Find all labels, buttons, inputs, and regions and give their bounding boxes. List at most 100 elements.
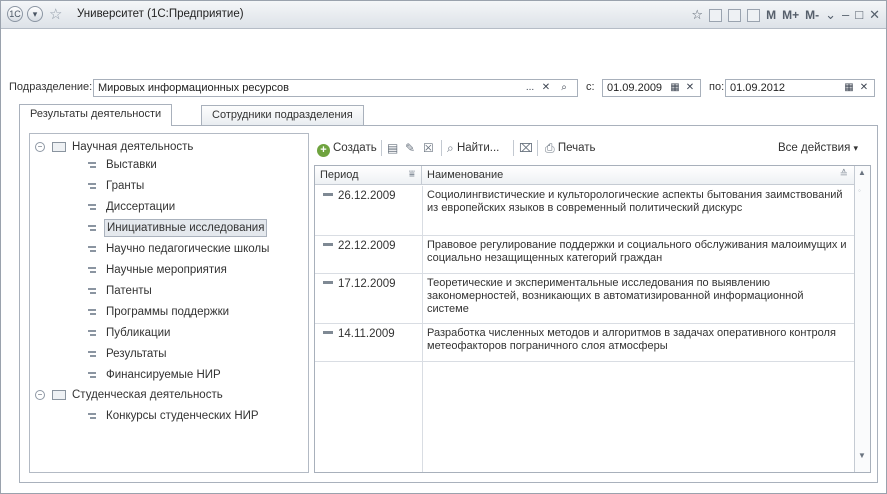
record-icon (323, 193, 333, 196)
table-row[interactable]: 17.12.2009 Теоретические и экспериментал… (315, 274, 854, 324)
tree-item-selected[interactable]: Инициативные исследования (30, 219, 308, 237)
save-icon[interactable] (709, 8, 723, 22)
memory-m-button[interactable]: M (766, 6, 776, 24)
tree-item[interactable]: Финансируемые НИР (30, 366, 308, 384)
star-icon[interactable]: ☆ (49, 5, 62, 23)
clear-icon[interactable]: ✕ (857, 81, 871, 95)
printer-icon: ⎙ (545, 141, 555, 155)
toolbar-separator (513, 140, 514, 156)
item-icon (88, 371, 98, 379)
tree-item[interactable]: Публикации (30, 324, 308, 342)
table-row[interactable]: 26.12.2009 Социолингвистические и культо… (315, 186, 854, 236)
item-icon (88, 350, 98, 358)
table-row[interactable]: 22.12.2009 Правовое регулирование поддер… (315, 236, 854, 274)
record-icon (323, 331, 333, 334)
item-icon (88, 245, 98, 253)
date-from-field[interactable]: 01.09.2009 ▦ ✕ (602, 79, 701, 97)
tree-group-students[interactable]: − Студенческая деятельность (30, 386, 308, 404)
record-icon (323, 281, 333, 284)
table-row[interactable]: 14.11.2009 Разработка численных методов … (315, 324, 854, 362)
favorite-star-icon[interactable]: ☆ (691, 6, 703, 24)
filter-icon[interactable]: ⩸ (409, 166, 415, 184)
calendar-icon[interactable]: ▦ (842, 81, 856, 95)
find-button[interactable]: ⌕ Найти... (447, 140, 499, 156)
tab-activity-results[interactable]: Результаты деятельности (19, 104, 173, 126)
scroll-thumb[interactable]: ◦ (858, 186, 867, 195)
maximize-icon[interactable]: □ (855, 6, 863, 24)
subdivision-field[interactable]: Мировых информационных ресурсов ... ✕ ⌕ (93, 79, 578, 97)
delete-icon[interactable]: ☒ (423, 140, 434, 156)
search-icon[interactable]: ⌕ (557, 81, 571, 95)
vertical-scrollbar[interactable]: ▲ ◦ ▼ (854, 166, 870, 472)
row-date: 26.12.2009 (323, 190, 396, 202)
tree-item[interactable]: Патенты (30, 282, 308, 300)
tree-item[interactable]: Конкурсы студенческих НИР (30, 407, 308, 425)
row-date: 22.12.2009 (323, 240, 396, 252)
collapse-icon[interactable]: − (35, 390, 45, 400)
all-actions-button[interactable]: Все действия ▾ (778, 140, 858, 156)
item-icon (88, 266, 98, 274)
date-from-value: 01.09.2009 (607, 82, 663, 94)
date-to-field[interactable]: 01.09.2012 ▦ ✕ (725, 79, 875, 97)
clear-icon[interactable]: ✕ (539, 81, 553, 95)
search-icon: ⌕ (447, 141, 454, 155)
menu-dropdown-icon[interactable]: ⌄ (825, 6, 836, 24)
folder-icon (52, 390, 66, 400)
item-icon (88, 182, 98, 190)
calendar-icon[interactable] (747, 8, 761, 22)
date-to-label: по: (709, 81, 725, 93)
clear-icon[interactable]: ✕ (683, 81, 697, 95)
cancel-search-icon[interactable]: ⌧ (519, 140, 533, 156)
scroll-up-icon[interactable]: ▲ (858, 168, 866, 177)
tree-group-science[interactable]: − Научная деятельность (30, 138, 308, 156)
date-to-value: 01.09.2012 (730, 82, 786, 94)
row-name: Разработка численных методов и алгоритмо… (427, 327, 836, 352)
close-icon[interactable]: ✕ (869, 6, 880, 24)
row-name: Теоретические и экспериментальные исслед… (427, 277, 804, 315)
toolbar-separator (537, 140, 538, 156)
tab-staff[interactable]: Сотрудники подразделения (201, 105, 364, 125)
sort-icon[interactable]: ≙ (840, 166, 848, 184)
row-name: Правовое регулирование поддержки и социа… (427, 239, 847, 264)
tree-item[interactable]: Гранты (30, 177, 308, 195)
record-icon (323, 243, 333, 246)
title-bar-tools: ☆ M M+ M- ⌄ – □ ✕ (691, 5, 880, 25)
item-icon (88, 161, 98, 169)
copy-icon[interactable]: ▤ (387, 140, 398, 156)
calculator-icon[interactable] (728, 8, 742, 22)
item-icon (88, 287, 98, 295)
print-button[interactable]: ⎙ Печать (545, 140, 596, 156)
row-date: 17.12.2009 (323, 278, 396, 290)
scroll-down-icon[interactable]: ▼ (858, 451, 866, 460)
tree-item[interactable]: Научные мероприятия (30, 261, 308, 279)
minimize-icon[interactable]: – (842, 6, 849, 24)
create-button[interactable]: + Создать (317, 140, 377, 157)
select-more-button[interactable]: ... (523, 81, 537, 95)
item-icon (88, 203, 98, 211)
subdivision-label: Подразделение: (9, 81, 93, 93)
item-icon (88, 308, 98, 316)
edit-icon[interactable]: ✎ (405, 140, 415, 156)
tree-item[interactable]: Научно педагогические школы (30, 240, 308, 258)
tree-item[interactable]: Результаты (30, 345, 308, 363)
calendar-icon[interactable]: ▦ (668, 81, 682, 95)
folder-icon (52, 142, 66, 152)
item-icon (88, 224, 98, 232)
tree-item[interactable]: Программы поддержки (30, 303, 308, 321)
dropdown-arrow-icon: ▾ (853, 143, 859, 153)
results-table: Период ⩸ Наименование ≙ 26.12.2009 Социо… (314, 165, 871, 473)
item-icon (88, 412, 98, 420)
tree-item[interactable]: Выставки (30, 156, 308, 174)
memory-plus-button[interactable]: M+ (782, 6, 799, 24)
command-bar: + Создать ▤ ✎ ☒ ⌕ Найти... ⌧ ⎙ Печать Все… (317, 137, 873, 159)
column-header-period[interactable]: Период ⩸ (315, 166, 422, 185)
subdivision-value: Мировых информационных ресурсов (98, 82, 290, 94)
toolbar-separator (441, 140, 442, 156)
window-title: Университет (1С:Предприятие) (77, 8, 244, 20)
column-header-name[interactable]: Наименование ≙ (422, 166, 854, 185)
collapse-icon[interactable]: − (35, 142, 45, 152)
tree-item[interactable]: Диссертации (30, 198, 308, 216)
chevron-down-icon[interactable]: ▾ (27, 6, 43, 22)
app-logo-icon[interactable]: 1C (7, 6, 23, 22)
memory-minus-button[interactable]: M- (805, 6, 819, 24)
